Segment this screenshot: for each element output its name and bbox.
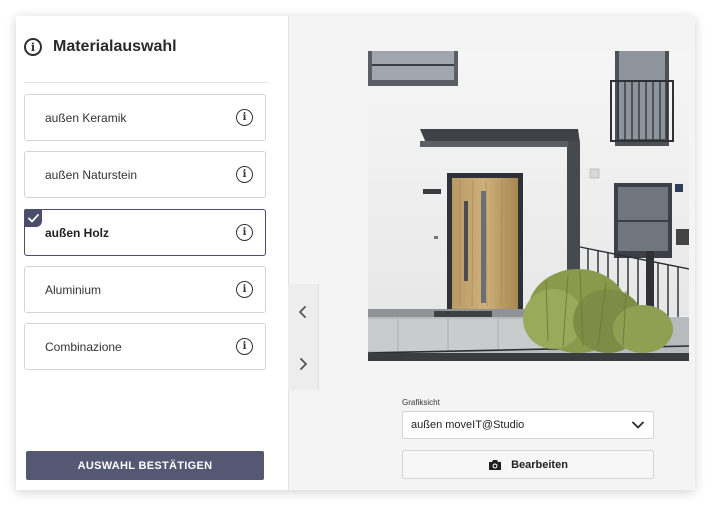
option-label: Combinazione (45, 339, 122, 354)
option-label: außen Keramik (45, 110, 127, 125)
info-icon[interactable]: i (236, 224, 253, 241)
option-aussen-keramik[interactable]: außen Keramik i (24, 94, 266, 141)
view-select[interactable]: außen moveIT@Studio (402, 411, 654, 439)
info-icon[interactable]: i (236, 281, 253, 298)
info-icon[interactable]: i (24, 38, 42, 56)
checkmark-icon (24, 209, 42, 227)
confirm-selection-button[interactable]: AUSWAHL BESTÄTIGEN (26, 451, 264, 480)
configurator-window: i Materialauswahl außen Keramik i außen … (16, 16, 695, 490)
panel-title: Materialauswahl (53, 38, 177, 55)
option-label: außen Holz (45, 225, 110, 240)
edit-button-label: Bearbeiten (511, 458, 568, 471)
divider (24, 82, 268, 83)
panel-header: i Materialauswahl (24, 35, 177, 59)
option-label: Aluminium (45, 282, 102, 297)
info-icon[interactable]: i (236, 166, 253, 183)
info-icon[interactable]: i (236, 109, 253, 126)
chevron-down-icon (632, 421, 644, 429)
option-aussen-naturstein[interactable]: außen Naturstein i (24, 151, 266, 198)
option-combinazione[interactable]: Combinazione i (24, 323, 266, 370)
camera-icon (489, 459, 502, 470)
house-door-photo (368, 51, 689, 361)
image-nav-strip (288, 284, 319, 390)
option-aussen-holz[interactable]: außen Holz i (24, 209, 266, 256)
view-select-value: außen moveIT@Studio (411, 419, 525, 431)
edit-button[interactable]: Bearbeiten (402, 450, 654, 479)
option-label: außen Naturstein (45, 167, 138, 182)
view-select-label: Grafiksicht (402, 398, 440, 407)
info-icon[interactable]: i (236, 338, 253, 355)
chevron-right-icon[interactable] (295, 356, 311, 372)
option-aluminium[interactable]: Aluminium i (24, 266, 266, 313)
material-panel: i Materialauswahl außen Keramik i außen … (16, 16, 289, 490)
house-illustration (368, 51, 689, 361)
chevron-left-icon[interactable] (295, 304, 311, 320)
